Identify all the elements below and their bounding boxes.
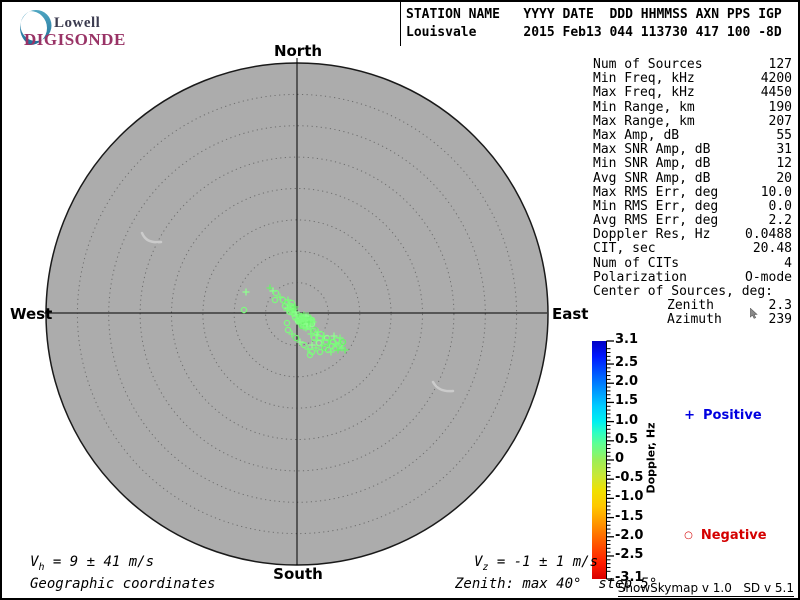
- colorbar-tick-label: -0.5: [615, 470, 644, 486]
- colorbar-tick-label: 0.5: [615, 431, 639, 447]
- legend-negative-label: Negative: [700, 528, 767, 543]
- colorbar-tick-label: 1.5: [615, 393, 639, 409]
- plus-marker-icon: +: [684, 408, 696, 423]
- colorbar-tick-label: -2.5: [615, 546, 644, 562]
- doppler-colorbar: [592, 341, 606, 579]
- compass-north-label: North: [273, 42, 323, 60]
- colorbar-tick-label: 2.5: [615, 355, 639, 371]
- colorbar-tick-label: -1.5: [615, 508, 644, 524]
- coordinate-system-text: Geographic coordinates: [30, 576, 216, 592]
- colorbar-tick-label: -1.0: [615, 489, 644, 505]
- horizontal-velocity-text: Vh = 9 ± 41 m/s: [30, 554, 155, 573]
- colorbar-tick-label: -3.1: [615, 570, 644, 585]
- colorbar-tick-label: 3.1: [615, 332, 639, 347]
- showskymap-window: Lowell DIGISONDE STATION NAME YYYY DATE DDD…: [0, 0, 800, 600]
- compass-south-label: South: [273, 565, 323, 583]
- skymap-plot: [44, 58, 614, 580]
- colorbar-tick-label: -2.0: [615, 527, 644, 543]
- compass-east-label: East: [552, 305, 589, 323]
- circle-marker-icon: ○: [684, 530, 693, 541]
- legend-positive: + Positive: [666, 393, 762, 438]
- colorbar-tick-label: 1.0: [615, 412, 639, 428]
- legend-positive-label: Positive: [703, 408, 762, 423]
- colorbar-tick-label: 0: [615, 451, 625, 466]
- colorbar-tick-label: 2.0: [615, 374, 639, 390]
- vertical-velocity-text: Vz = -1 ± 1 m/s: [474, 554, 599, 573]
- legend-negative: ○ Negative: [666, 513, 767, 558]
- compass-west-label: West: [10, 305, 53, 323]
